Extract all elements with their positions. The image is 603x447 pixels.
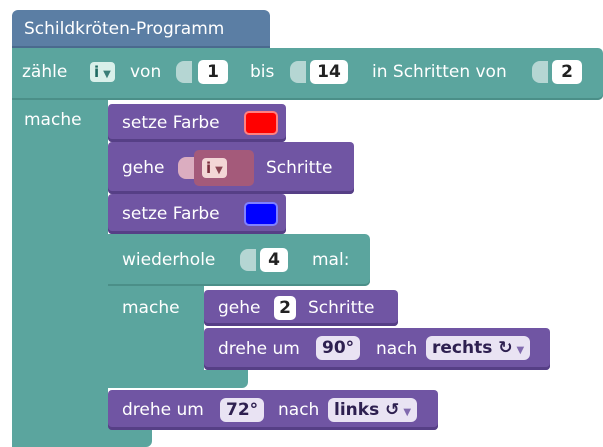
outer-turn-block[interactable]: drehe um 72° nach links ↺ ▼ — [108, 390, 438, 430]
go-socket — [178, 157, 194, 179]
step-value-input[interactable]: 2 — [552, 60, 582, 84]
repeat-do-label: mache — [122, 298, 180, 318]
set-color-label: setze Farbe — [122, 204, 220, 224]
inner-go-label: gehe — [218, 298, 261, 318]
inner-go-block[interactable]: gehe 2 Schritte — [204, 290, 398, 326]
to-label: bis — [250, 62, 275, 82]
inner-turn-label: drehe um — [218, 339, 300, 359]
chevron-down-icon: ▼ — [103, 69, 111, 80]
inner-go-unit-label: Schritte — [308, 298, 375, 318]
inner-turn-direction-dropdown[interactable]: rechts ↻ ▼ — [426, 336, 531, 360]
step-label: in Schritten von — [372, 62, 507, 82]
go-variable-dropdown[interactable]: i ▼ — [202, 158, 227, 178]
count-label: zähle — [22, 62, 68, 82]
from-value-input[interactable]: 1 — [198, 60, 228, 84]
loop-variable-name: i — [94, 63, 100, 81]
count-loop-arm — [12, 100, 108, 430]
repeat-suffix: mal: — [312, 250, 350, 270]
set-color-block-red[interactable]: setze Farbe — [108, 104, 286, 142]
go-variable-name: i — [206, 159, 212, 177]
loop-variable-dropdown[interactable]: i ▼ — [90, 62, 115, 82]
repeat-label: wiederhole — [122, 250, 216, 270]
outer-turn-angle-input[interactable]: 72° — [220, 398, 265, 422]
program-title: Schildkröten-Programm — [24, 19, 225, 39]
outer-turn-direction-dropdown[interactable]: links ↺ ▼ — [328, 398, 418, 422]
inner-turn-angle-input[interactable]: 90° — [316, 336, 361, 360]
step-socket — [532, 61, 548, 83]
inner-turn-direction-value: rechts ↻ — [432, 338, 513, 358]
outer-turn-direction-value: links ↺ — [334, 400, 400, 420]
do-label: mache — [24, 110, 82, 130]
repeat-loop-header[interactable]: wiederhole 4 mal: — [108, 234, 370, 286]
to-value-input[interactable]: 14 — [310, 60, 348, 84]
from-label: von — [130, 62, 162, 82]
repeat-socket — [240, 249, 256, 271]
program-hat-block[interactable]: Schildkröten-Programm — [12, 10, 270, 48]
to-socket — [290, 61, 306, 83]
outer-turn-dir-label: nach — [278, 400, 320, 420]
outer-turn-label: drehe um — [122, 400, 204, 420]
inner-turn-block[interactable]: drehe um 90° nach rechts ↻ ▼ — [204, 328, 550, 370]
inner-go-value-input[interactable]: 2 — [274, 296, 296, 320]
chevron-down-icon: ▼ — [516, 345, 525, 356]
go-steps-block[interactable]: gehe i ▼ Schritte — [108, 142, 354, 194]
chevron-down-icon: ▼ — [403, 407, 412, 418]
color-swatch-red[interactable] — [244, 111, 278, 135]
set-color-block-blue[interactable]: setze Farbe — [108, 194, 286, 234]
inner-turn-dir-label: nach — [376, 339, 418, 359]
set-color-label: setze Farbe — [122, 113, 220, 133]
chevron-down-icon: ▼ — [215, 165, 223, 176]
go-label: gehe — [122, 158, 165, 178]
count-loop-header[interactable]: zähle i ▼ von 1 bis 14 in Schritten von 2 — [12, 48, 603, 100]
color-swatch-blue[interactable] — [244, 202, 278, 226]
repeat-count-input[interactable]: 4 — [260, 248, 288, 272]
from-socket — [176, 61, 192, 83]
go-unit-label: Schritte — [266, 158, 333, 178]
repeat-loop-footer — [108, 370, 248, 388]
